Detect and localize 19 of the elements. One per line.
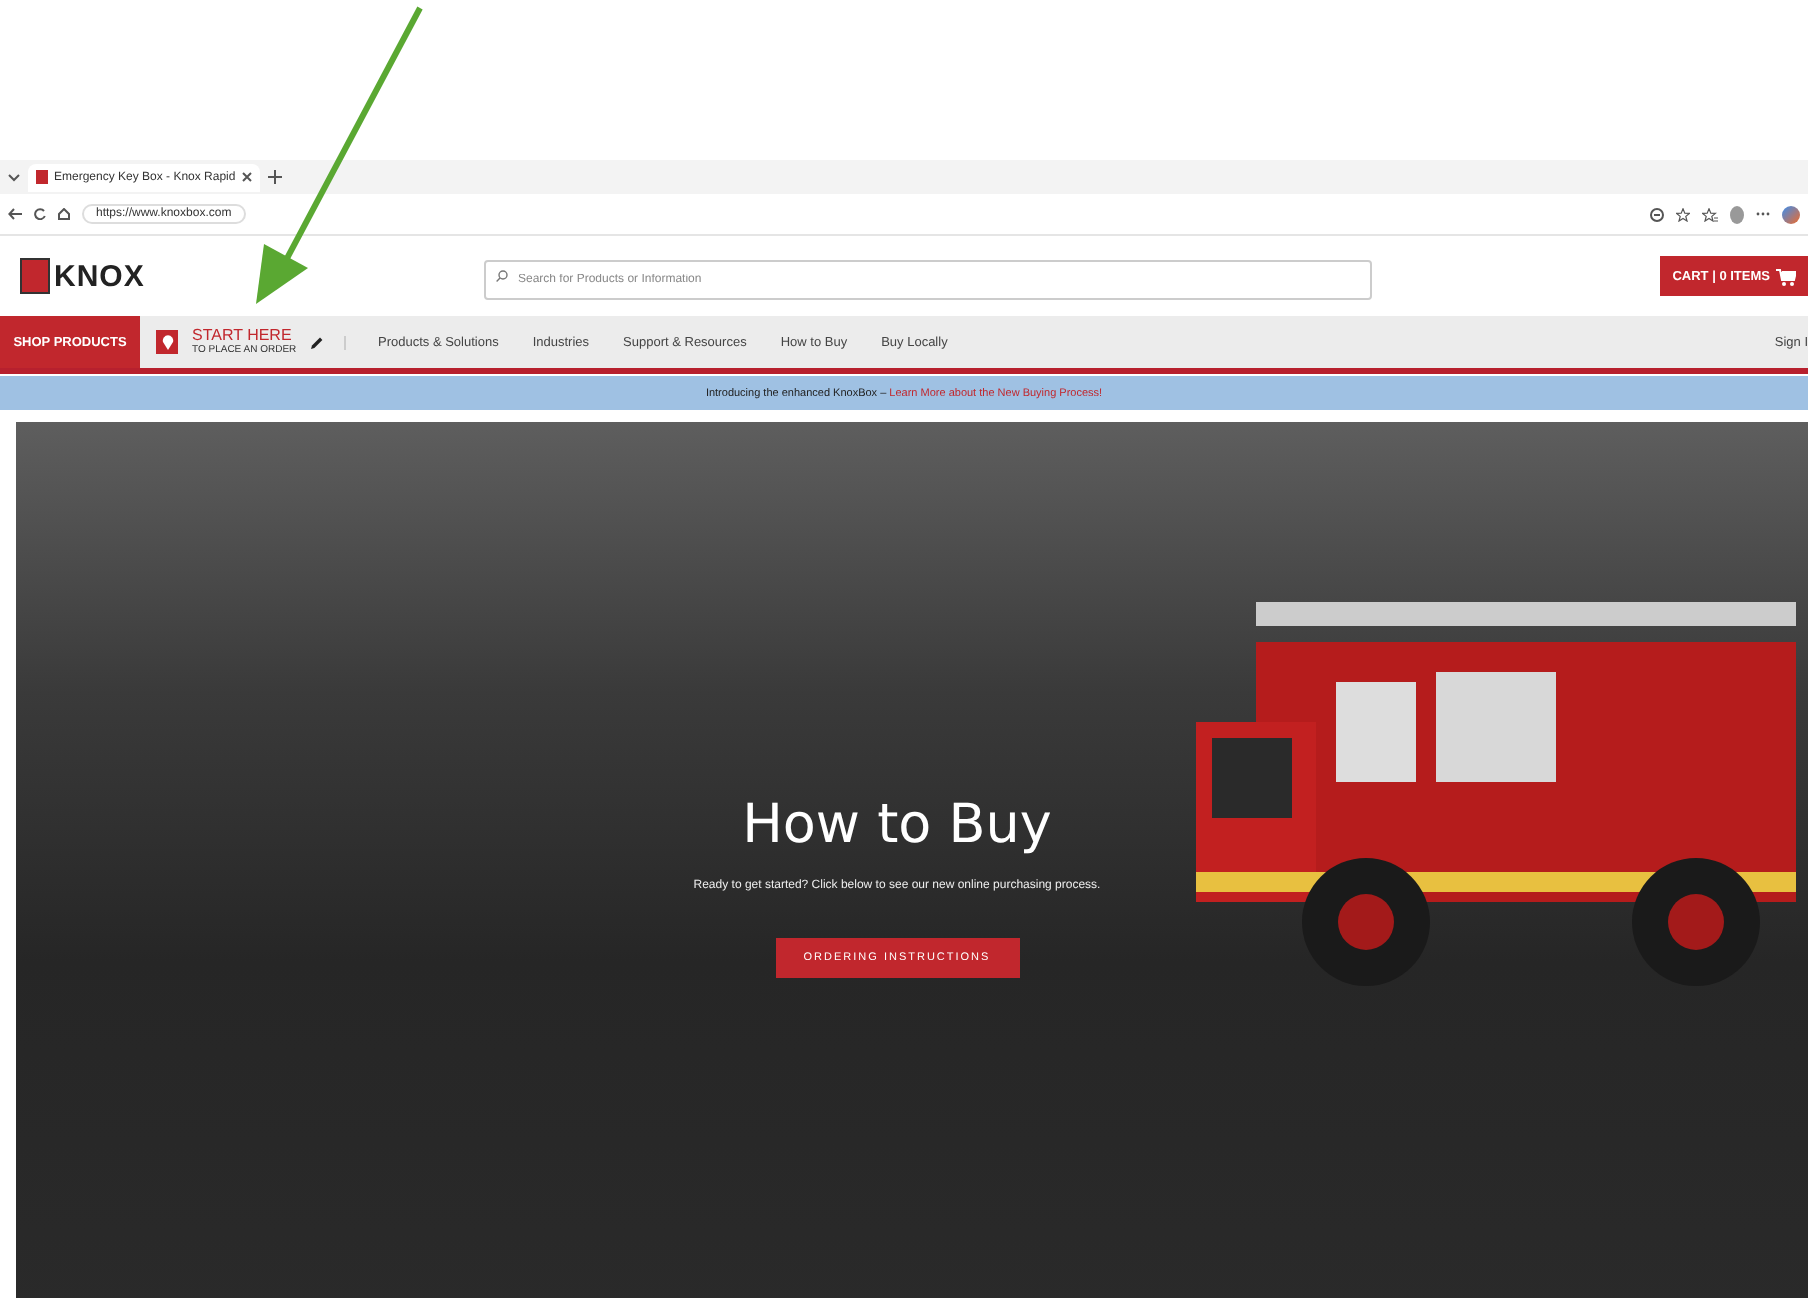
back-icon[interactable] <box>8 208 22 220</box>
pencil-icon[interactable] <box>310 335 324 349</box>
logo[interactable]: KNOX <box>54 259 145 293</box>
hero-title: How to Buy <box>742 794 1052 856</box>
search-icon <box>496 270 508 282</box>
zoom-out-icon[interactable] <box>1650 207 1664 221</box>
location-pin-icon <box>156 330 178 354</box>
chevron-down-icon[interactable] <box>8 173 20 181</box>
star-icon[interactable] <box>1676 207 1690 221</box>
profile-icon[interactable] <box>1730 205 1744 223</box>
reload-icon[interactable] <box>34 208 46 220</box>
cart-icon <box>1776 267 1796 285</box>
plus-icon[interactable] <box>267 170 282 184</box>
house-icon[interactable] <box>58 208 70 220</box>
assistant-icon[interactable] <box>1782 205 1800 223</box>
close-icon[interactable] <box>241 172 252 182</box>
favicon-icon <box>36 170 48 184</box>
favorites-icon[interactable] <box>1702 207 1718 221</box>
logo-icon <box>20 258 50 294</box>
